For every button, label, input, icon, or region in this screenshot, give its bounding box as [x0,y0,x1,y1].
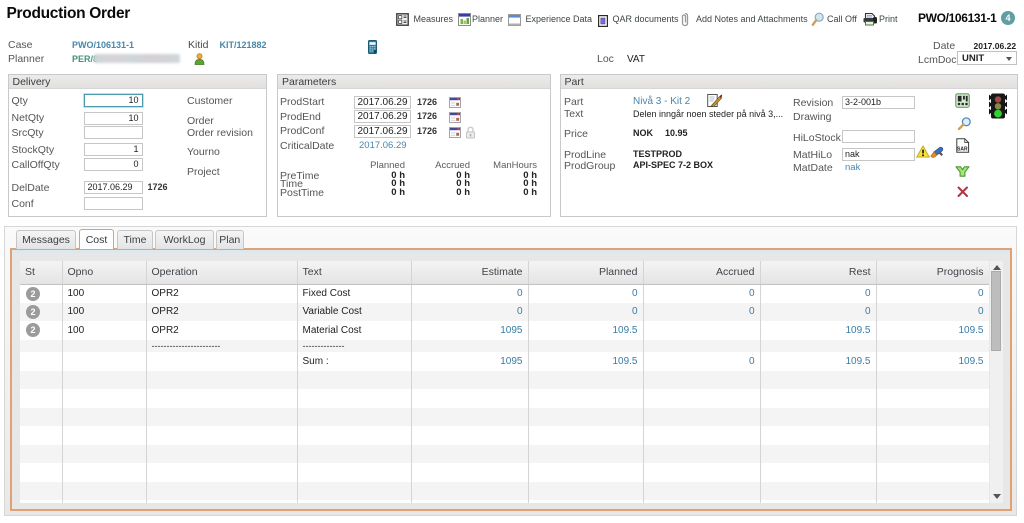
svg-text:SAR: SAR [957,146,968,152]
